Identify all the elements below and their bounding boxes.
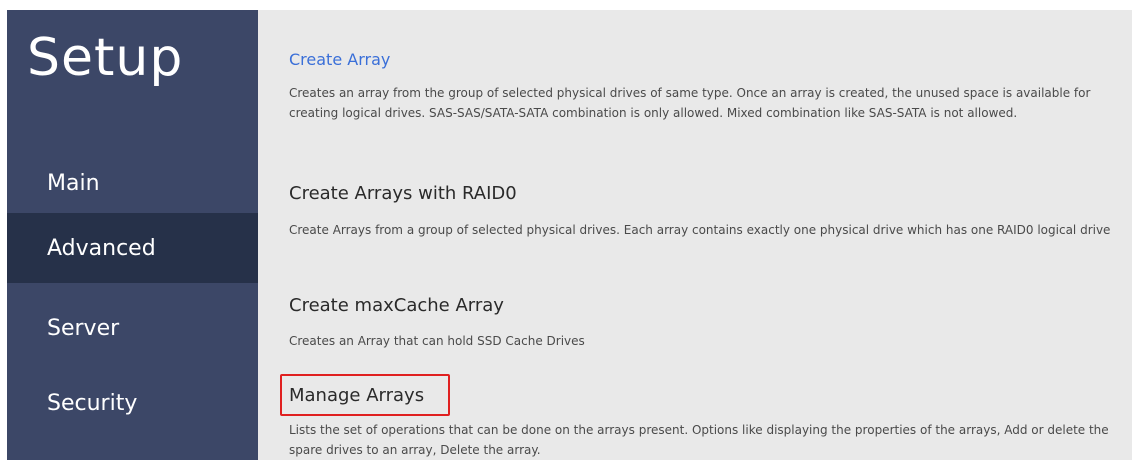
create-array-link[interactable]: Create Array [289,50,390,69]
create-array-description: Creates an array from the group of selec… [289,86,1091,120]
setup-title: Setup [27,28,184,88]
sidebar-item-main[interactable]: Main [7,148,258,218]
create-arrays-raid0-link[interactable]: Create Arrays with RAID0 [289,183,517,204]
sidebar-item-security[interactable]: Security [7,368,258,438]
sidebar-item-advanced[interactable]: Advanced [7,213,258,283]
create-maxcache-array-link[interactable]: Create maxCache Array [289,295,504,316]
sidebar: Setup Main Advanced Server Security [7,10,258,460]
manage-arrays-description: Lists the set of operations that can be … [289,423,1109,457]
main-content: Create Array Creates an array from the g… [258,10,1132,460]
create-arrays-raid0-description: Create Arrays from a group of selected p… [289,223,1111,237]
manage-arrays-link[interactable]: Manage Arrays [289,385,424,406]
create-maxcache-array-description: Creates an Array that can hold SSD Cache… [289,334,585,348]
sidebar-item-server[interactable]: Server [7,293,258,363]
